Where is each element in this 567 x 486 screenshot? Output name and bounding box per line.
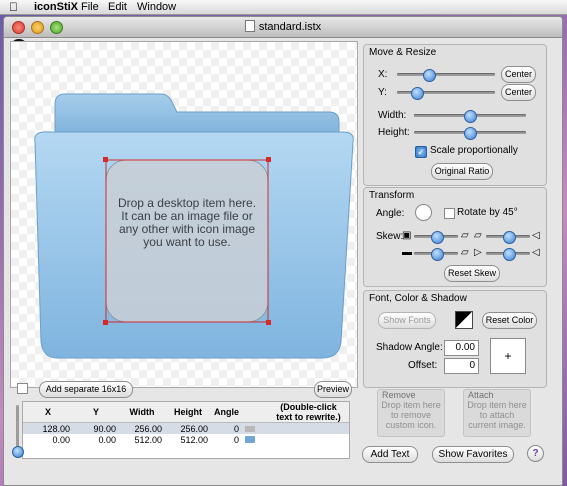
remove-hint: Drop item here to remove custom icon. (381, 400, 441, 430)
skew-left-icon: ▣ (402, 230, 412, 241)
skew-slider-1[interactable] (414, 231, 458, 244)
y-center-button[interactable]: Center (501, 84, 536, 101)
col-width[interactable]: Width (119, 402, 165, 423)
reset-skew-button[interactable]: Reset Skew (444, 265, 500, 282)
skew-left2-icon: ▬ (402, 247, 412, 258)
app-window: standard.istx  Drop a desktop item here… (3, 16, 563, 486)
angle-dial[interactable] (415, 204, 432, 221)
move-resize-panel: Move & Resize X: Center Y: Center Width:… (363, 44, 547, 186)
skew-down2-icon: ◁ (532, 247, 540, 258)
app-menu[interactable]: iconStiX (34, 0, 78, 14)
shadow-angle-field[interactable]: 0.00 (444, 340, 479, 356)
attach-title: Attach (468, 390, 494, 400)
resize-handle-icon (103, 157, 108, 162)
transform-title: Transform (369, 190, 415, 201)
move-resize-title: Move & Resize (369, 47, 437, 58)
x-center-button[interactable]: Center (501, 66, 536, 83)
scale-proportionally-label: Scale proportionally (430, 145, 518, 156)
show-favorites-button[interactable]: Show Favorites (432, 446, 514, 463)
x-label: X: (378, 69, 388, 80)
rotate-45-label: Rotate by 45° (457, 207, 518, 218)
y-slider-knob[interactable] (411, 87, 424, 100)
layer-table: X Y Width Height Angle (Double-click tex… (22, 401, 350, 459)
transform-panel: Transform Angle: Rotate by 45° Skew: ▣ ▱… (363, 187, 547, 287)
width-label: Width: (378, 110, 407, 121)
skew-right2-icon: ▱ (461, 247, 469, 258)
col-x[interactable]: X (23, 402, 73, 423)
rotate-45-checkbox[interactable] (444, 208, 455, 219)
offset-label: Offset: (408, 360, 438, 371)
file-menu[interactable]: File (81, 0, 99, 14)
skew-slider-4[interactable] (486, 248, 530, 261)
drop-hint-text: Drop a desktop item here. It can be an i… (117, 196, 257, 249)
attach-hint: Drop item here to attach current image. (467, 400, 527, 430)
y-slider[interactable] (397, 87, 495, 100)
width-slider-knob[interactable] (464, 110, 477, 123)
preview-button[interactable]: Preview (314, 381, 352, 398)
reset-color-button[interactable]: Reset Color (482, 312, 537, 329)
font-color-shadow-panel: Font, Color & Shadow Show Fonts Reset Co… (363, 290, 547, 388)
col-height[interactable]: Height (165, 402, 211, 423)
shadow-angle-label: Shadow Angle: (376, 342, 443, 353)
zoom-slider[interactable] (16, 405, 19, 451)
skew-slider-2[interactable] (486, 231, 530, 244)
window-title: standard.istx (258, 21, 322, 33)
remove-title: Remove (382, 390, 416, 400)
plus-icon: + (504, 349, 512, 363)
window-menu[interactable]: Window (137, 0, 176, 14)
angle-label: Angle: (376, 208, 405, 219)
edit-menu[interactable]: Edit (108, 0, 127, 14)
remove-drop-area[interactable]: Remove Drop item here to remove custom i… (377, 389, 445, 437)
col-icon[interactable] (242, 402, 268, 423)
menu-bar:  iconStiX File Edit Window (0, 0, 567, 15)
skew-down-icon: ◁ (532, 230, 540, 241)
height-slider-knob[interactable] (464, 127, 477, 140)
help-icon: ? (532, 448, 539, 459)
apple-icon[interactable]:  (9, 0, 18, 14)
table-row[interactable]: 128.00 90.00 256.00 256.00 0 (23, 422, 349, 435)
layer-thumb-icon (242, 423, 268, 435)
add-separate-button[interactable]: Add separate 16x16 (39, 381, 133, 398)
title-bar[interactable]: standard.istx (4, 17, 562, 38)
original-ratio-button[interactable]: Original Ratio (431, 163, 493, 180)
toggle-checkbox[interactable] (17, 383, 28, 394)
height-slider[interactable] (414, 127, 526, 140)
col-y[interactable]: Y (73, 402, 119, 423)
folder-thumb-icon (242, 434, 268, 445)
color-well[interactable] (455, 311, 473, 329)
x-slider-knob[interactable] (423, 69, 436, 82)
y-label: Y: (378, 87, 387, 98)
show-fonts-button[interactable]: Show Fonts (378, 312, 436, 329)
document-icon (244, 20, 255, 32)
font-color-shadow-title: Font, Color & Shadow (369, 293, 467, 304)
col-text[interactable]: (Double-click text to rewrite.) (268, 402, 349, 423)
col-angle[interactable]: Angle (211, 402, 242, 423)
attach-drop-area[interactable]: Attach Drop item here to attach current … (463, 389, 531, 437)
skew-right-icon: ▱ (461, 230, 469, 241)
skew-up-icon: ▱ (474, 230, 482, 241)
height-label: Height: (378, 127, 410, 138)
zoom-slider-knob[interactable] (12, 446, 24, 458)
offset-field[interactable]: 0 (444, 358, 479, 374)
skew-slider-3[interactable] (414, 248, 458, 261)
add-text-button[interactable]: Add Text (362, 446, 418, 463)
help-button[interactable]: ? (527, 445, 544, 462)
shadow-position-pad[interactable]: + (490, 338, 526, 374)
x-slider[interactable] (397, 69, 495, 82)
skew-label: Skew: (376, 231, 404, 242)
table-row[interactable]: 0.00 0.00 512.00 512.00 0 (23, 434, 349, 445)
width-slider[interactable] (414, 110, 526, 123)
scale-proportionally-checkbox[interactable]: ✓ (415, 146, 427, 158)
icon-canvas[interactable]: Drop a desktop item here. It can be an i… (10, 41, 358, 388)
skew-up2-icon: ▷ (474, 247, 482, 258)
